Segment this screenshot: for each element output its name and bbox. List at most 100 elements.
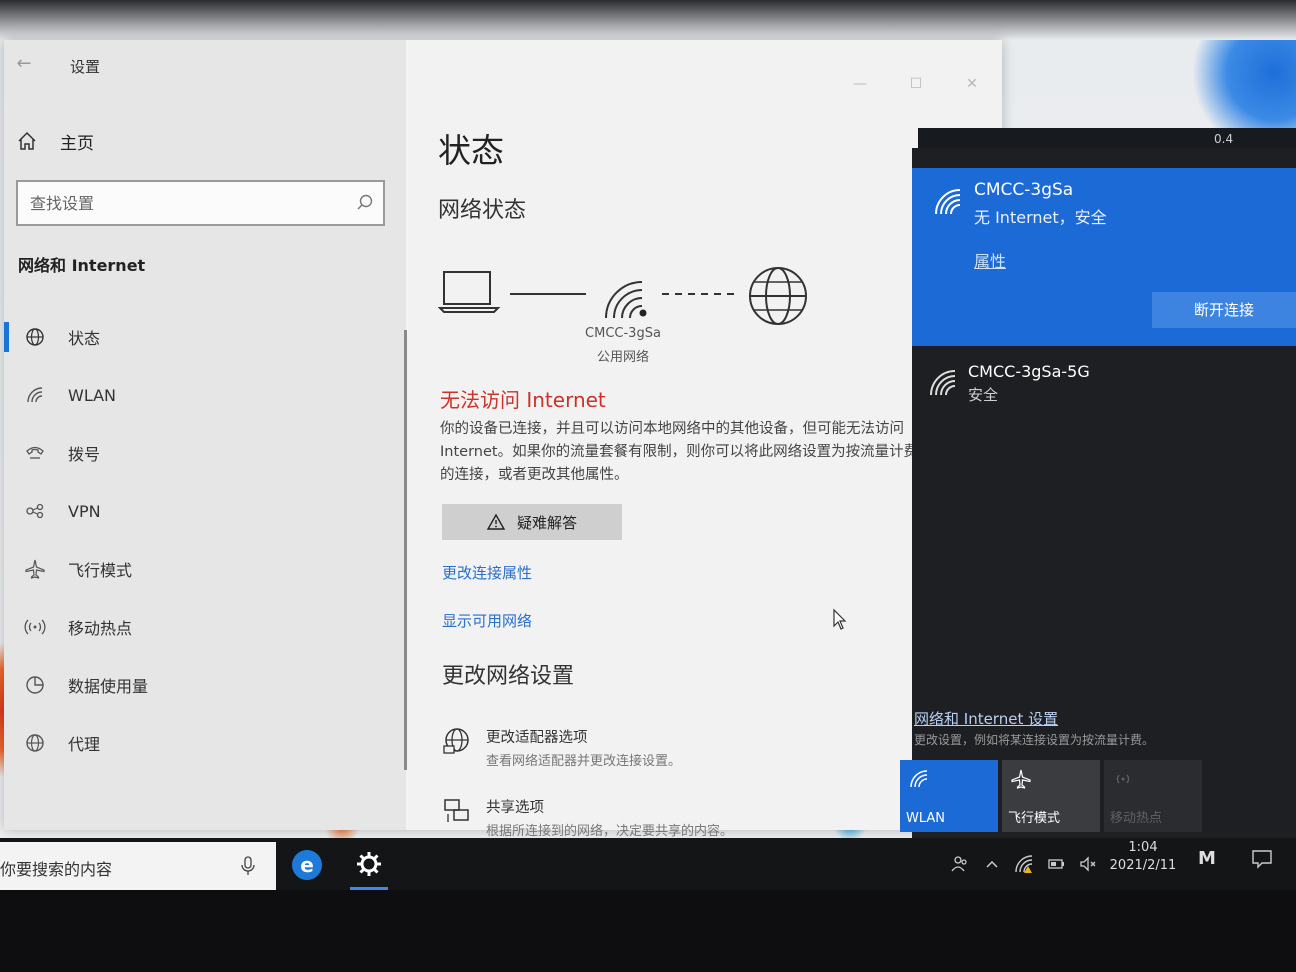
search-icon[interactable] xyxy=(355,193,375,213)
microphone-icon[interactable] xyxy=(240,856,256,876)
volume-muted-icon[interactable] xyxy=(1078,854,1098,874)
gear-icon xyxy=(357,852,381,876)
tile-label: 移动热点 xyxy=(1110,811,1163,826)
chevron-up-icon[interactable] xyxy=(982,854,1002,874)
app-title: 设置 xyxy=(70,58,101,76)
close-button[interactable]: ✕ xyxy=(960,72,984,96)
error-title: 无法访问 Internet xyxy=(440,388,606,412)
sidebar-item-dialup[interactable]: 拨号 xyxy=(4,424,404,482)
svg-text:e: e xyxy=(300,853,314,877)
title-bar: ← 设置 xyxy=(4,40,406,88)
wifi-router-icon xyxy=(605,281,647,319)
diagram-network-type: 公用网络 xyxy=(596,350,649,365)
sidebar-nav: 状态 WLAN 拨号 VPN 飞行模式 移动热点 数据使用量 代理 xyxy=(4,308,404,772)
search-box[interactable] xyxy=(16,180,385,226)
sharing-icon xyxy=(444,799,469,822)
mouse-cursor-icon xyxy=(833,608,847,630)
change-connection-properties-link[interactable]: 更改连接属性 xyxy=(442,562,532,583)
troubleshoot-button[interactable]: 疑难解答 xyxy=(442,504,622,540)
flyout-top-strip xyxy=(918,128,1296,150)
option-title: 共享选项 xyxy=(486,800,544,816)
clock-date: 2021/2/11 xyxy=(1109,858,1177,873)
network-settings-desc: 更改设置，例如将某连接设置为按流量计费。 xyxy=(914,733,1155,747)
sidebar-item-label: 移动热点 xyxy=(68,619,133,638)
data-usage-icon xyxy=(26,676,44,694)
diagram-ssid: CMCC-3gSa xyxy=(585,326,661,341)
sidebar-item-vpn[interactable]: VPN xyxy=(4,482,404,540)
people-icon[interactable] xyxy=(950,854,970,874)
connected-network-card[interactable]: CMCC-3gSa 无 Internet，安全 属性 断开连接 xyxy=(912,168,1296,346)
airplane-icon xyxy=(1011,769,1031,789)
show-available-networks-link[interactable]: 显示可用网络 xyxy=(442,610,532,631)
airplane-icon xyxy=(25,559,45,579)
taskbar-clock[interactable]: 1:04 2021/2/11 xyxy=(1104,840,1182,873)
settings-window: ← 设置 主页 网络和 Internet 状 xyxy=(4,40,1002,839)
monitor-bezel xyxy=(0,890,1296,972)
taskbar-settings-app[interactable] xyxy=(346,842,392,890)
hotspot-icon xyxy=(1116,774,1130,784)
network-properties-link[interactable]: 属性 xyxy=(974,248,1006,272)
minimize-button[interactable]: — xyxy=(848,72,872,96)
sidebar-item-label: 状态 xyxy=(68,329,101,348)
window-controls: — ☐ ✕ xyxy=(848,72,984,96)
connected-status: 无 Internet，安全 xyxy=(974,208,1107,227)
sidebar-item-label: VPN xyxy=(68,501,101,521)
page-title: 状态 xyxy=(438,131,504,170)
hotspot-icon xyxy=(24,619,46,635)
sidebar-item-hotspot[interactable]: 移动热点 xyxy=(4,598,404,656)
home-label: 主页 xyxy=(60,133,94,154)
option-desc: 根据所连接到的网络，决定要共享的内容。 xyxy=(486,824,734,839)
sidebar-item-label: 飞行模式 xyxy=(68,561,133,580)
network-speed-readout: 0.4 xyxy=(1214,132,1234,146)
system-tray xyxy=(950,846,1098,882)
taskbar-search-box[interactable]: 你要搜索的内容 xyxy=(0,842,276,890)
edge-browser-icon[interactable]: e xyxy=(290,848,324,882)
sidebar-item-label: 代理 xyxy=(68,735,101,754)
sidebar-item-wlan[interactable]: WLAN xyxy=(4,366,404,424)
sharing-options-item[interactable]: 共享选项 根据所连接到的网络，决定要共享的内容。 xyxy=(442,796,733,839)
input-method-indicator[interactable]: M xyxy=(1198,848,1216,869)
network-flyout: CMCC-3gSa 无 Internet，安全 属性 断开连接 CMCC-3gS… xyxy=(900,148,1296,838)
section-title: 网络和 Internet xyxy=(18,256,146,275)
dialup-icon xyxy=(26,446,44,459)
wifi-icon xyxy=(27,387,43,403)
sidebar-scrollbar[interactable] xyxy=(404,330,407,770)
warning-icon xyxy=(486,513,505,530)
network-settings-link[interactable]: 网络和 Internet 设置 xyxy=(914,708,1058,729)
sidebar-item-airplane[interactable]: 飞行模式 xyxy=(4,540,404,598)
wlan-tile[interactable]: WLAN xyxy=(900,760,998,832)
vpn-icon xyxy=(26,503,44,519)
internet-globe-icon xyxy=(749,267,807,325)
globe-status-icon xyxy=(26,328,44,346)
airplane-mode-tile[interactable]: 飞行模式 xyxy=(1002,760,1100,832)
wifi-icon xyxy=(935,189,961,215)
sidebar-item-data-usage[interactable]: 数据使用量 xyxy=(4,656,404,714)
battery-icon[interactable] xyxy=(1046,854,1066,874)
sidebar-item-label: 数据使用量 xyxy=(68,677,149,696)
clock-time: 1:04 xyxy=(1128,840,1158,855)
wifi-no-internet-icon[interactable] xyxy=(1014,854,1034,874)
back-button[interactable]: ← xyxy=(12,52,36,76)
taskbar-search-text: 你要搜索的内容 xyxy=(0,860,113,879)
wifi-icon xyxy=(910,770,928,788)
change-network-settings-title: 更改网络设置 xyxy=(442,664,575,689)
mobile-hotspot-tile[interactable]: 移动热点 xyxy=(1104,760,1202,832)
sidebar-item-proxy[interactable]: 代理 xyxy=(4,714,404,772)
adapter-globe-icon xyxy=(443,728,469,754)
network-status: 安全 xyxy=(968,386,999,404)
sidebar-item-status[interactable]: 状态 xyxy=(4,308,404,366)
disconnect-button[interactable]: 断开连接 xyxy=(1152,292,1296,328)
troubleshoot-label: 疑难解答 xyxy=(516,513,577,532)
tile-label: 飞行模式 xyxy=(1008,811,1061,826)
notification-icon[interactable] xyxy=(1250,848,1274,870)
adapter-options-item[interactable]: 更改适配器选项 查看网络适配器并更改连接设置。 xyxy=(442,726,681,769)
laptop-icon xyxy=(438,271,501,313)
option-title: 更改适配器选项 xyxy=(486,730,588,746)
available-network-item[interactable]: CMCC-3gSa-5G 安全 xyxy=(912,352,1296,412)
option-desc: 查看网络适配器并更改连接设置。 xyxy=(486,754,682,769)
maximize-button[interactable]: ☐ xyxy=(904,72,928,96)
sidebar: ← 设置 主页 网络和 Internet 状 xyxy=(4,40,407,830)
search-input[interactable] xyxy=(30,190,350,216)
home-link[interactable]: 主页 xyxy=(16,126,94,156)
error-body: 你的设备已连接，并且可以访问本地网络中的其他设备，但可能无法访问 Interne… xyxy=(440,421,919,483)
